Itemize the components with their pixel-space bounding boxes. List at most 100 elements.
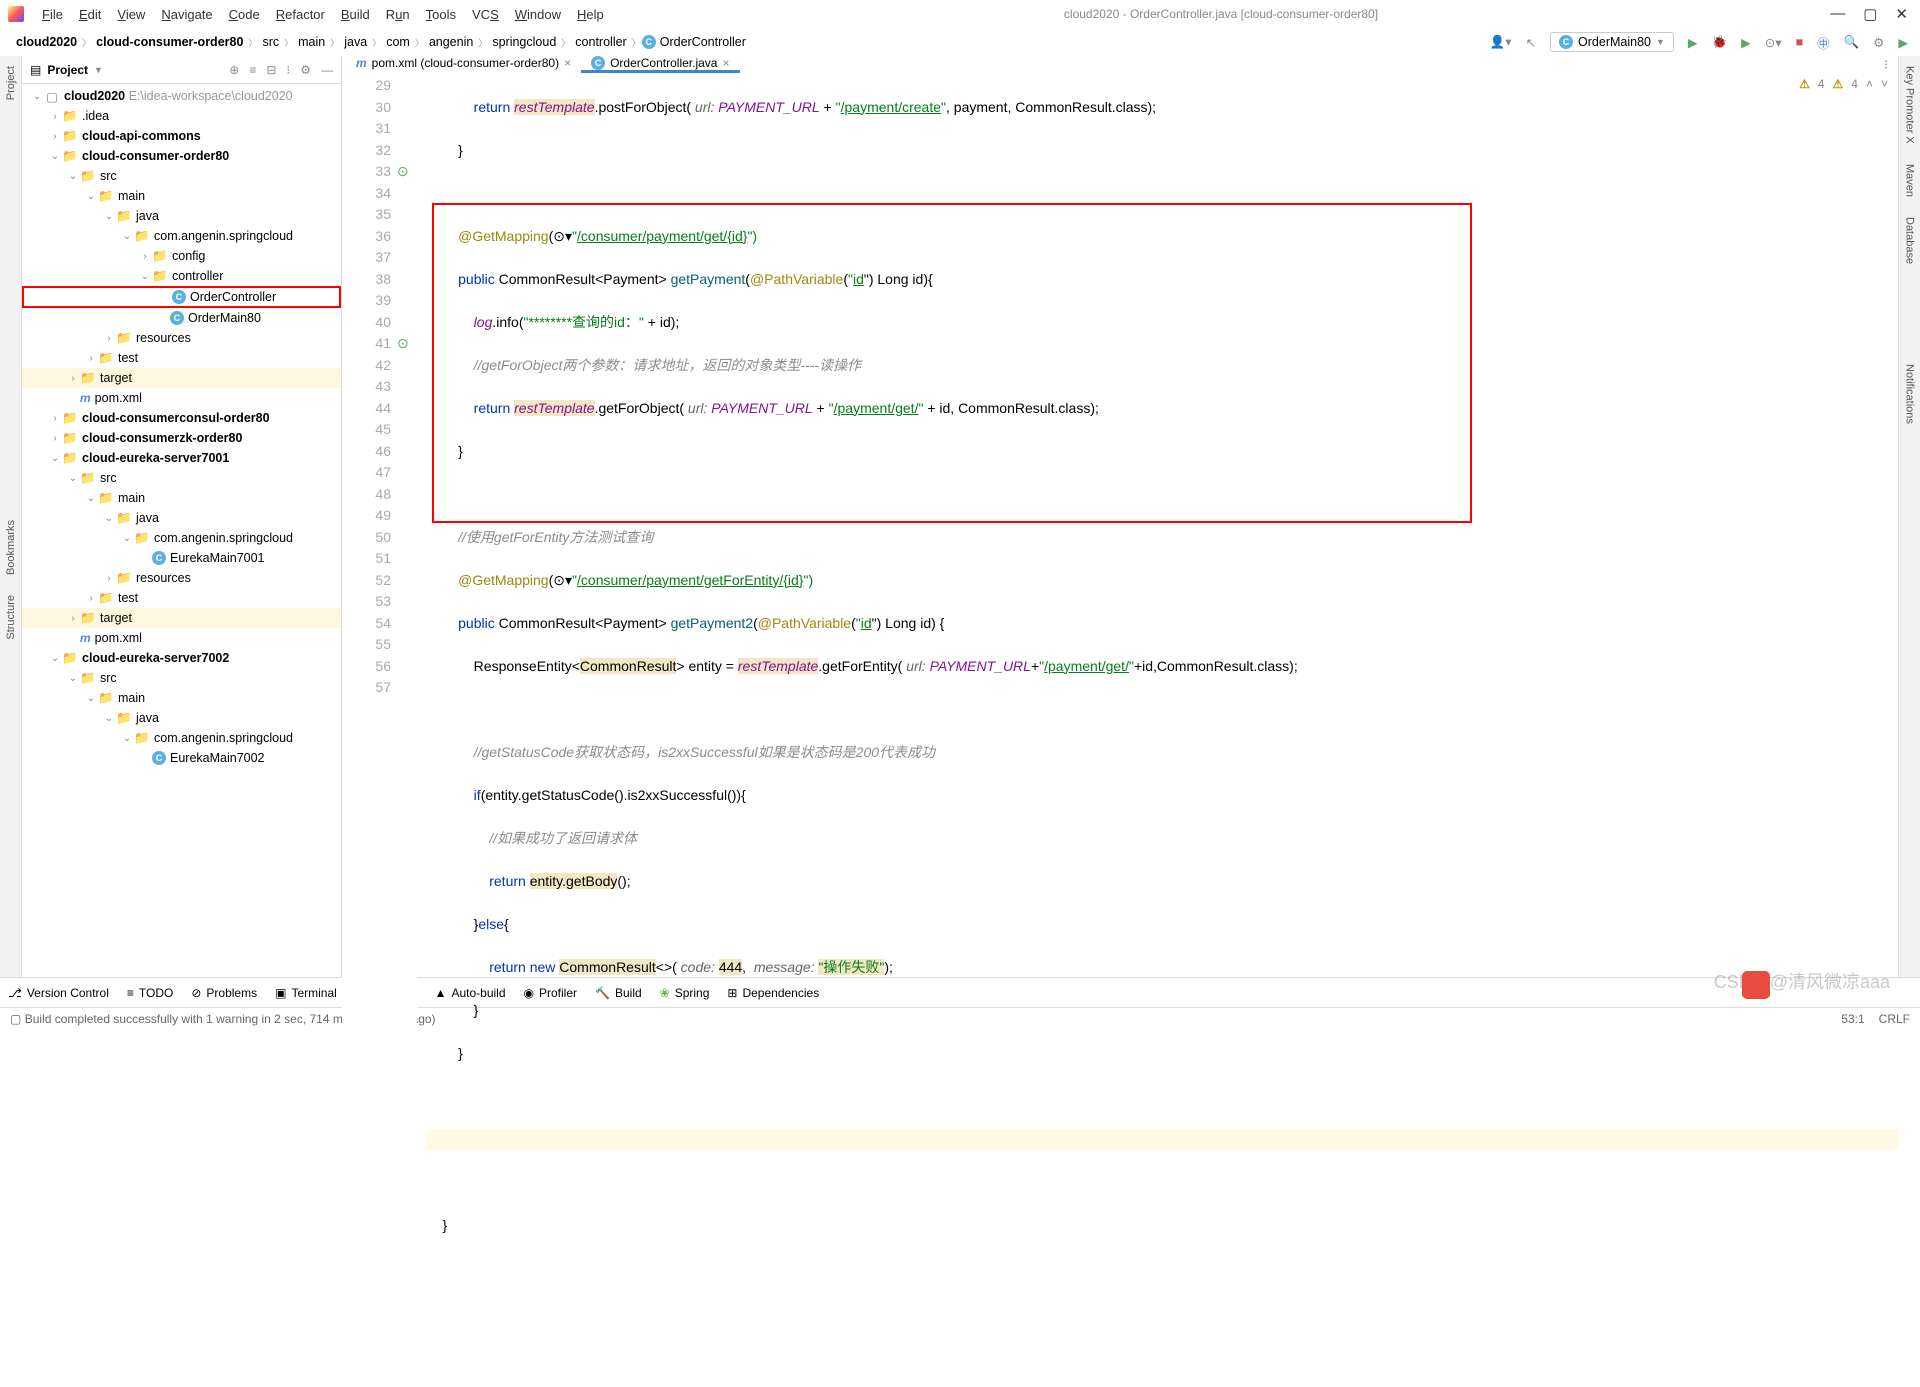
options-icon[interactable]: ⁝ bbox=[286, 63, 290, 77]
crumb-3[interactable]: main bbox=[294, 35, 329, 49]
tree-e2-java[interactable]: ⌄📁java bbox=[22, 708, 341, 728]
close-icon[interactable]: × bbox=[722, 56, 729, 70]
tree-ordermain[interactable]: COrderMain80 bbox=[22, 308, 341, 328]
tree-eureka2[interactable]: ⌄📁cloud-eureka-server7002 bbox=[22, 648, 341, 668]
menu-file[interactable]: File bbox=[34, 7, 71, 22]
tree-consul[interactable]: ›📁cloud-consumerconsul-order80 bbox=[22, 408, 341, 428]
tree-consumer80[interactable]: ⌄📁cloud-consumer-order80 bbox=[22, 146, 341, 166]
back-icon[interactable]: ↖ bbox=[1526, 35, 1536, 50]
chevron-up-icon[interactable]: ˄ bbox=[1866, 77, 1873, 91]
status-icon[interactable]: ▢ bbox=[10, 1012, 21, 1026]
run-config[interactable]: C OrderMain80 ▼ bbox=[1550, 32, 1674, 52]
tree-e1-resources[interactable]: ›📁resources bbox=[22, 568, 341, 588]
tree-e1-main[interactable]: ⌄📁main bbox=[22, 488, 341, 508]
crumb-9[interactable]: OrderController bbox=[656, 35, 750, 49]
menu-window[interactable]: Window bbox=[507, 7, 569, 22]
maximize-button[interactable]: ▢ bbox=[1863, 5, 1877, 23]
menu-refactor[interactable]: Refactor bbox=[268, 7, 333, 22]
tree-e1-java[interactable]: ⌄📁java bbox=[22, 508, 341, 528]
tree-e1-pom[interactable]: mpom.xml bbox=[22, 628, 341, 648]
collapse-icon[interactable]: ⊟ bbox=[266, 63, 276, 77]
crumb-5[interactable]: com bbox=[382, 35, 414, 49]
tree-e2-src[interactable]: ⌄📁src bbox=[22, 668, 341, 688]
crumb-4[interactable]: java bbox=[340, 35, 371, 49]
expand-icon[interactable]: ≡ bbox=[249, 63, 256, 77]
crumb-2[interactable]: src bbox=[258, 35, 283, 49]
tree-api-commons[interactable]: ›📁cloud-api-commons bbox=[22, 126, 341, 146]
menu-navigate[interactable]: Navigate bbox=[153, 7, 220, 22]
debug-icon[interactable]: 🐞 bbox=[1712, 35, 1728, 50]
tree-e1-test[interactable]: ›📁test bbox=[22, 588, 341, 608]
translate-icon[interactable]: ㊥ bbox=[1817, 33, 1830, 52]
menu-build[interactable]: Build bbox=[333, 7, 378, 22]
tree-eurekamain2[interactable]: CEurekaMain7002 bbox=[22, 748, 341, 768]
sidebar-maven[interactable]: Maven bbox=[1904, 164, 1916, 197]
sidebar-bookmarks[interactable]: Bookmarks bbox=[5, 520, 17, 575]
run-icon[interactable]: ▶ bbox=[1688, 35, 1698, 50]
tree-config[interactable]: ›📁config bbox=[22, 246, 341, 266]
add-user-icon[interactable]: 👤▾ bbox=[1490, 34, 1512, 50]
crumb-7[interactable]: springcloud bbox=[488, 35, 560, 49]
close-icon[interactable]: × bbox=[564, 56, 571, 70]
tree-eurekamain1[interactable]: CEurekaMain7001 bbox=[22, 548, 341, 568]
crumb-6[interactable]: angenin bbox=[425, 35, 478, 49]
tree-e2-main[interactable]: ⌄📁main bbox=[22, 688, 341, 708]
menu-view[interactable]: View bbox=[109, 7, 153, 22]
menu-edit[interactable]: Edit bbox=[71, 7, 109, 22]
tree-e2-pkg[interactable]: ⌄📁com.angenin.springcloud bbox=[22, 728, 341, 748]
tree-pkg[interactable]: ⌄📁com.angenin.springcloud bbox=[22, 226, 341, 246]
tree-eureka1[interactable]: ⌄📁cloud-eureka-server7001 bbox=[22, 448, 341, 468]
tab-pom[interactable]: mpom.xml (cloud-consumer-order80)× bbox=[346, 56, 581, 73]
hide-icon[interactable]: — bbox=[321, 63, 333, 77]
tree-resources[interactable]: ›📁resources bbox=[22, 328, 341, 348]
tree-e1-target[interactable]: ›📁target bbox=[22, 608, 341, 628]
chevron-down-icon[interactable]: ˅ bbox=[1881, 77, 1888, 91]
sidebar-keypromoter[interactable]: Key Promoter X bbox=[1904, 66, 1916, 144]
coverage-icon[interactable]: ▶ bbox=[1741, 35, 1751, 50]
sidebar-notifications[interactable]: Notifications bbox=[1904, 364, 1916, 424]
inspection-widget[interactable]: ⚠4 ⚠4 ˄ ˅ bbox=[1799, 77, 1888, 91]
menu-run[interactable]: Run bbox=[378, 7, 418, 22]
tab-ordercontroller[interactable]: COrderController.java× bbox=[581, 56, 739, 73]
tab-problems[interactable]: ⊘Problems bbox=[191, 986, 257, 1000]
tree-ordercontroller[interactable]: COrderController bbox=[22, 286, 341, 308]
tab-version-control[interactable]: ⎇Version Control bbox=[8, 986, 109, 1000]
tree-target[interactable]: ›📁target bbox=[22, 368, 341, 388]
tree-main[interactable]: ⌄📁main bbox=[22, 186, 341, 206]
profile-icon[interactable]: ⊙▾ bbox=[1765, 35, 1782, 50]
tree-idea[interactable]: ›📁.idea bbox=[22, 106, 341, 126]
stop-icon[interactable]: ■ bbox=[1796, 35, 1804, 49]
locate-icon[interactable]: ⊕ bbox=[229, 63, 239, 77]
gutter-inherit-icon[interactable]: ⊙ bbox=[397, 333, 417, 355]
menu-help[interactable]: Help bbox=[569, 7, 612, 22]
code-editor[interactable]: 2930313233343536373839404142434445464748… bbox=[342, 73, 1898, 1387]
tab-todo[interactable]: ≡TODO bbox=[127, 986, 173, 1000]
code-content[interactable]: return restTemplate.postForObject( url: … bbox=[417, 73, 1898, 1387]
sidebar-database[interactable]: Database bbox=[1904, 217, 1916, 264]
tree-test[interactable]: ›📁test bbox=[22, 348, 341, 368]
tree-e1-src[interactable]: ⌄📁src bbox=[22, 468, 341, 488]
menu-vcs[interactable]: VCS bbox=[464, 7, 507, 22]
crumb-1[interactable]: cloud-consumer-order80 bbox=[92, 35, 247, 49]
menu-code[interactable]: Code bbox=[221, 7, 268, 22]
settings-gear-icon[interactable]: ⚙ bbox=[300, 63, 311, 77]
minimize-button[interactable]: — bbox=[1830, 5, 1845, 23]
sidebar-structure[interactable]: Structure bbox=[5, 595, 17, 640]
sidebar-project[interactable]: Project bbox=[5, 66, 17, 100]
tab-terminal[interactable]: ▣Terminal bbox=[275, 986, 337, 1000]
tree-java[interactable]: ⌄📁java bbox=[22, 206, 341, 226]
crumb-0[interactable]: cloud2020 bbox=[12, 35, 81, 49]
gutter-inherit-icon[interactable]: ⊙ bbox=[397, 161, 417, 183]
close-button[interactable]: ✕ bbox=[1895, 5, 1908, 23]
tree-zk[interactable]: ›📁cloud-consumerzk-order80 bbox=[22, 428, 341, 448]
play-green-icon[interactable]: ▶ bbox=[1898, 35, 1908, 50]
tree-pom[interactable]: mpom.xml bbox=[22, 388, 341, 408]
tree-src[interactable]: ⌄📁src bbox=[22, 166, 341, 186]
tree-controller[interactable]: ⌄📁controller bbox=[22, 266, 341, 286]
settings-icon[interactable]: ⚙ bbox=[1873, 35, 1884, 50]
search-icon[interactable]: 🔍 bbox=[1844, 35, 1860, 50]
tabs-more[interactable]: ⁝ bbox=[1874, 56, 1898, 73]
tree-e1-pkg[interactable]: ⌄📁com.angenin.springcloud bbox=[22, 528, 341, 548]
menu-tools[interactable]: Tools bbox=[418, 7, 464, 22]
tree-root[interactable]: ⌄▢cloud2020 E:\idea-workspace\cloud2020 bbox=[22, 86, 341, 106]
